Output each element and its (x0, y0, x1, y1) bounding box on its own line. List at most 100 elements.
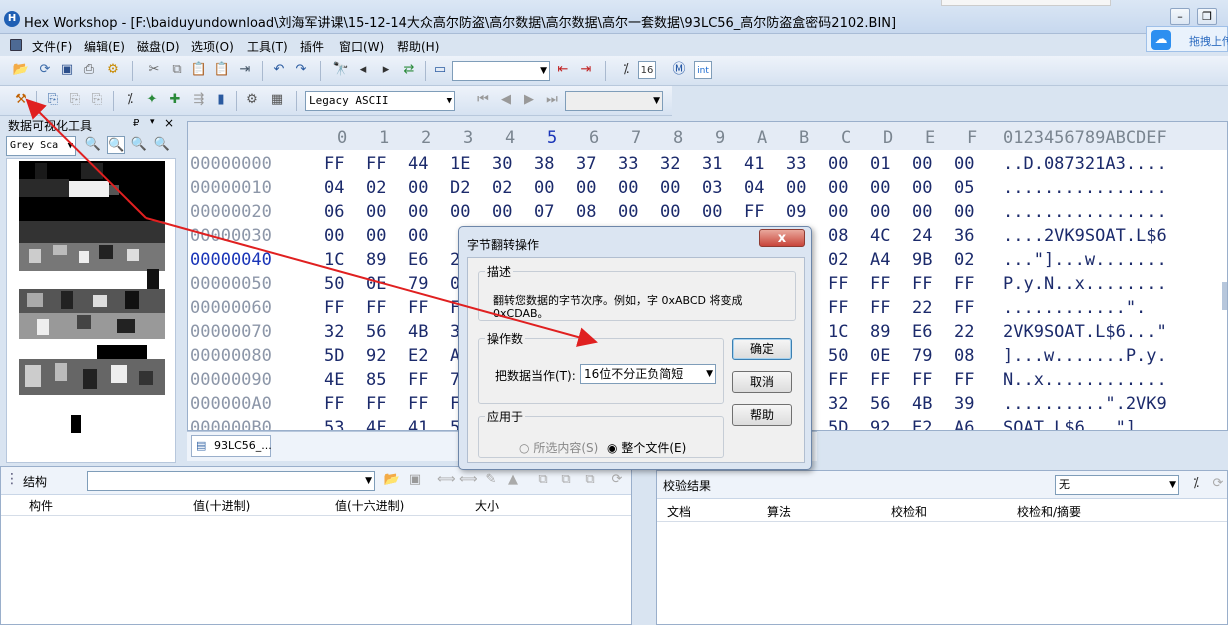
hex-column-label[interactable]: 5 (547, 128, 557, 148)
hex-column-label[interactable]: 6 (589, 128, 599, 148)
hex-byte[interactable]: 00 (912, 178, 932, 198)
hex-byte[interactable]: 00 (912, 202, 932, 222)
zoom-fit-icon[interactable]: 🔍 (107, 136, 125, 154)
minimize-icon[interactable]: – (1170, 8, 1190, 25)
hex-byte[interactable]: 92 (366, 346, 386, 366)
hex-byte[interactable]: 24 (912, 226, 932, 246)
hex-column-label[interactable]: 7 (631, 128, 641, 148)
ascii-row[interactable]: ............". (1003, 298, 1146, 318)
hex-byte[interactable]: 32 (828, 394, 848, 414)
dialog-close-button[interactable]: x (759, 229, 805, 247)
find-previous-icon[interactable]: ◂ (354, 61, 372, 79)
cloud-upload-widget[interactable]: ☁ 拖拽上传 (1146, 26, 1228, 52)
structure-combo[interactable]: ▼ (87, 471, 375, 491)
hex-byte[interactable]: 4E (324, 370, 344, 390)
hex-column-label[interactable]: 1 (379, 128, 389, 148)
hex-16-icon[interactable]: 16 (638, 61, 656, 79)
hex-byte[interactable]: E2 (408, 346, 428, 366)
hex-byte[interactable]: 39 (954, 394, 974, 414)
hex-byte[interactable]: FF (366, 154, 386, 174)
save-icon[interactable]: ▣ (58, 61, 76, 79)
menu-edit[interactable]: 编辑(E) (84, 38, 125, 55)
column-value-decimal[interactable]: 值(十进制) (193, 497, 250, 514)
settings-gear-icon[interactable]: ⚙ (243, 91, 261, 109)
hex-byte[interactable]: 22 (912, 298, 932, 318)
collapse-icon[interactable]: ⟺ (459, 471, 478, 489)
encoding-combo[interactable]: Legacy ASCII ▼ (305, 91, 455, 111)
row-offset[interactable]: 000000A0 (190, 394, 272, 414)
hex-byte[interactable]: 50 (828, 346, 848, 366)
reopen-icon[interactable]: ⟳ (36, 61, 54, 79)
insert-icon[interactable]: ⎘ (44, 91, 62, 109)
row-offset[interactable]: 000000B0 (190, 418, 272, 431)
hex-byte[interactable]: FF (870, 370, 890, 390)
hex-byte[interactable]: 00 (660, 178, 680, 198)
hex-byte[interactable]: 00 (366, 226, 386, 246)
hex-byte[interactable]: 03 (702, 178, 722, 198)
hex-byte[interactable]: 32 (660, 154, 680, 174)
export-icon[interactable]: ⧉ (581, 471, 599, 489)
row-offset[interactable]: 00000090 (190, 370, 272, 390)
open-folder-icon[interactable]: 📂 (12, 61, 30, 79)
hex-byte[interactable]: 00 (492, 202, 512, 222)
cut-icon[interactable]: ✂ (145, 61, 163, 79)
hex-byte[interactable]: FF (324, 298, 344, 318)
hex-byte[interactable]: 06 (324, 202, 344, 222)
hex-byte[interactable]: FF (828, 370, 848, 390)
hex-byte[interactable]: 1C (324, 250, 344, 270)
hex-byte[interactable]: 07 (534, 202, 554, 222)
compare-files-icon[interactable]: ⇶ (190, 91, 208, 109)
hex-byte[interactable]: FF (366, 298, 386, 318)
ascii-row[interactable]: SOAT.L$6..."] (1003, 418, 1136, 431)
paste-icon[interactable]: ⧉ (557, 471, 575, 489)
copy-to-icon[interactable]: ⎘ (66, 91, 84, 109)
hex-byte[interactable]: FF (912, 370, 932, 390)
hex-byte[interactable]: 0E (366, 274, 386, 294)
hammer-tool-icon[interactable]: ⚒ (12, 91, 30, 109)
column-algorithm[interactable]: 算法 (767, 503, 791, 520)
replace-icon[interactable]: ⇄ (400, 61, 418, 79)
hex-byte[interactable]: 36 (954, 226, 974, 246)
hex-byte[interactable]: 00 (702, 202, 722, 222)
data-type-select[interactable]: 16位不分正负简短 ▼ (580, 364, 716, 384)
statistics-icon[interactable]: ▮ (212, 91, 230, 109)
row-offset[interactable]: 00000020 (190, 202, 272, 222)
ascii-row[interactable]: N..x............ (1003, 370, 1167, 390)
hex-byte[interactable]: 00 (870, 202, 890, 222)
hex-byte[interactable]: 04 (744, 178, 764, 198)
hex-byte[interactable]: 00 (366, 202, 386, 222)
hex-byte[interactable]: 53 (324, 418, 344, 431)
hex-byte[interactable]: FF (954, 298, 974, 318)
hex-byte[interactable]: 41 (408, 418, 428, 431)
hex-column-label[interactable]: D (883, 128, 893, 148)
hex-byte[interactable]: 00 (576, 178, 596, 198)
ascii-row[interactable]: ..........".2VK9 (1003, 394, 1167, 414)
ascii-row[interactable]: ....2VK9SOAT.L$6 (1003, 226, 1167, 246)
menu-help[interactable]: 帮助(H) (397, 38, 439, 55)
column-size[interactable]: 大小 (475, 497, 499, 514)
warning-icon[interactable]: ▲ (504, 471, 522, 489)
hex-byte[interactable]: E6 (912, 322, 932, 342)
hex-byte[interactable]: FF (408, 394, 428, 414)
hex-byte[interactable]: 02 (828, 250, 848, 270)
hex-column-label[interactable]: F (967, 128, 977, 148)
refresh-icon[interactable]: ⟳ (1209, 475, 1227, 493)
hex-column-label[interactable]: 4 (505, 128, 515, 148)
hex-byte[interactable]: FF (828, 298, 848, 318)
hex-byte[interactable]: FF (912, 274, 932, 294)
palette-combo[interactable]: Grey Sca ▼ (6, 136, 76, 156)
hex-byte[interactable]: 02 (954, 250, 974, 270)
hex-byte[interactable]: 04 (324, 178, 344, 198)
hex-byte[interactable]: 1C (828, 322, 848, 342)
hex-byte[interactable]: E6 (408, 250, 428, 270)
hex-byte[interactable]: 32 (324, 322, 344, 342)
hex-byte[interactable]: A4 (870, 250, 890, 270)
properties-icon[interactable]: ⚙ (104, 61, 122, 79)
scrollbar-thumb[interactable] (1222, 282, 1228, 310)
row-offset[interactable]: 00000080 (190, 346, 272, 366)
hex-column-label[interactable]: 2 (421, 128, 431, 148)
hex-byte[interactable]: 00 (618, 178, 638, 198)
ascii-row[interactable]: ................ (1003, 178, 1167, 198)
ascii-column-header[interactable]: 0123456789ABCDEF (1003, 128, 1167, 148)
radio-selection[interactable]: ○ 所选内容(S) (519, 439, 598, 456)
